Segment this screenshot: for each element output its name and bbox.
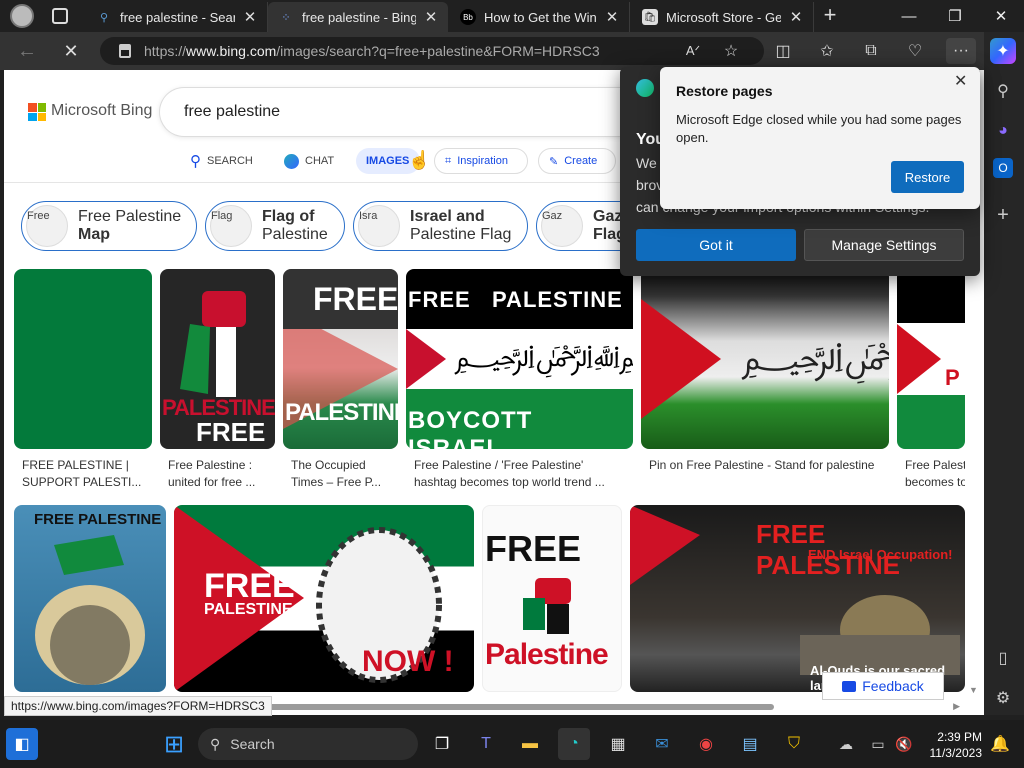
bing-images-icon: ⁘ bbox=[281, 11, 291, 24]
related-chip-flag-of-palestine[interactable]: Flag Flag of Palestine bbox=[205, 201, 345, 251]
close-icon[interactable]: ✕ bbox=[243, 8, 257, 26]
chip-thumbnail: Free bbox=[26, 205, 68, 247]
add-icon[interactable]: + bbox=[990, 202, 1016, 228]
tab-how-to-get-windows[interactable]: Bb How to Get the Windo ✕ bbox=[450, 2, 630, 32]
image-result-partial[interactable]: P bbox=[897, 269, 965, 449]
maximize-button[interactable]: ❐ bbox=[932, 0, 978, 32]
chip-thumbnail: Isra bbox=[358, 205, 400, 247]
notifications-bell-icon[interactable]: 🔔 bbox=[984, 728, 1016, 760]
back-icon[interactable]: ← bbox=[14, 38, 40, 64]
inspiration-icon: ⌗ bbox=[445, 154, 452, 167]
status-bar-url: https://www.bing.com/images?FORM=HDRSC3 bbox=[4, 696, 272, 716]
teams-icon[interactable]: T bbox=[470, 728, 502, 760]
got-it-button[interactable]: Got it bbox=[636, 229, 796, 261]
outlook-icon[interactable]: O bbox=[993, 158, 1013, 178]
restore-button[interactable]: Restore bbox=[891, 161, 964, 193]
store-icon: 🛍 bbox=[642, 9, 658, 25]
close-icon[interactable]: ✕ bbox=[954, 71, 967, 91]
chip-thumbnail: Flag bbox=[210, 205, 252, 247]
search-input[interactable]: free palestine bbox=[160, 88, 660, 136]
image-result-boycott-israel[interactable]: FREE PALESTINE BOYCOTT ISRAEL ﷽ bbox=[406, 269, 633, 449]
close-icon[interactable]: ✕ bbox=[424, 8, 438, 26]
tab-chat[interactable]: CHAT bbox=[274, 148, 346, 174]
settings-gear-icon[interactable]: ⚙ bbox=[990, 685, 1016, 711]
microsoft-logo bbox=[28, 103, 46, 121]
chrome-icon[interactable]: ◉ bbox=[690, 728, 722, 760]
address-bar[interactable]: https://www.bing.com/images/search?q=fre… bbox=[100, 37, 764, 65]
chat-icon bbox=[284, 153, 299, 169]
start-button[interactable]: ⊞ bbox=[158, 728, 190, 760]
notepad-icon[interactable]: ▤ bbox=[734, 728, 766, 760]
profile-avatar[interactable] bbox=[10, 4, 34, 28]
microsoft-store-icon[interactable]: ▦ bbox=[602, 728, 634, 760]
taskbar-search[interactable]: ⚲ Search bbox=[198, 728, 418, 760]
bing-logo-text: Microsoft Bing bbox=[51, 102, 153, 119]
onedrive-icon[interactable]: ☁ bbox=[830, 728, 862, 760]
image-result-al-quds[interactable]: FREE PALESTINE END Israel Occupation! Al… bbox=[630, 505, 965, 692]
search-icon: ⚲ bbox=[99, 11, 109, 24]
file-explorer-icon[interactable]: ▬ bbox=[514, 728, 546, 760]
image-result-pin-free-palestine[interactable]: ﷽ bbox=[641, 269, 889, 449]
clock[interactable]: 2:39 PM 11/3/2023 bbox=[920, 729, 983, 761]
task-view-icon[interactable]: ❐ bbox=[426, 728, 458, 760]
search-icon: ⚲ bbox=[210, 735, 221, 752]
image-caption[interactable]: The Occupied Times – Free P... bbox=[291, 457, 401, 491]
related-chip-israel-and-palestine-flag[interactable]: Isra Israel and Palestine Flag bbox=[353, 201, 528, 251]
more-options-icon[interactable]: ··· bbox=[946, 38, 976, 64]
image-result-green[interactable] bbox=[14, 269, 152, 449]
restore-pages-title: Restore pages bbox=[676, 83, 773, 99]
minimize-button[interactable]: — bbox=[886, 0, 932, 32]
copilot-side-icon[interactable]: ◕ bbox=[990, 118, 1016, 144]
edge-icon[interactable]: ◔ bbox=[558, 728, 590, 760]
image-caption[interactable]: Pin on Free Palestine - Stand for palest… bbox=[649, 457, 889, 474]
image-result-free-palestine-now[interactable]: FREE PALESTINE NOW ! bbox=[174, 505, 474, 692]
manage-settings-button[interactable]: Manage Settings bbox=[804, 229, 964, 261]
close-icon[interactable]: ✕ bbox=[605, 8, 619, 26]
search-icon[interactable]: ⚲ bbox=[990, 78, 1016, 104]
image-caption[interactable]: Free Palestine : united for free ... bbox=[168, 457, 278, 491]
split-screen-icon[interactable]: ◫ bbox=[770, 38, 796, 64]
nav-divider bbox=[4, 182, 620, 183]
lock-icon[interactable] bbox=[119, 44, 131, 58]
mail-icon[interactable]: ✉ bbox=[646, 728, 678, 760]
collections-icon[interactable]: ⧉ bbox=[858, 38, 884, 64]
feedback-icon bbox=[842, 680, 857, 692]
security-shield-icon[interactable]: ⛉ bbox=[778, 728, 810, 760]
tab-free-palestine-bing-images[interactable]: ⁘ free palestine - Bing im ✕ bbox=[268, 2, 448, 32]
feedback-button[interactable]: Feedback bbox=[822, 672, 944, 700]
new-tab-button[interactable]: + bbox=[818, 4, 842, 28]
edge-logo-icon bbox=[636, 79, 654, 97]
read-aloud-icon[interactable]: Aᐟ bbox=[680, 38, 706, 64]
image-caption[interactable]: FREE PALESTINE | SUPPORT PALESTI... bbox=[22, 457, 152, 491]
search-icon: ⚲ bbox=[190, 153, 201, 170]
image-caption[interactable]: Free Palestine / 'Free Palestine' hashtag… bbox=[414, 457, 634, 491]
restore-pages-dialog: Restore pages ✕ Microsoft Edge closed wh… bbox=[660, 67, 980, 209]
tab-inspiration[interactable]: ⌗ Inspiration bbox=[434, 148, 528, 174]
tab-free-palestine-search[interactable]: ⚲ free palestine - Search ✕ bbox=[86, 2, 268, 32]
favorites-icon[interactable]: ✩ bbox=[814, 38, 840, 64]
image-caption[interactable]: Free Palest becomes to bbox=[905, 457, 965, 491]
chip-thumbnail: Gaz bbox=[541, 205, 583, 247]
widgets-icon[interactable]: ◧ bbox=[6, 728, 38, 760]
volume-muted-icon[interactable]: 🔇 bbox=[888, 728, 920, 760]
performance-icon[interactable]: ♡ bbox=[902, 38, 928, 64]
create-icon: ✎ bbox=[549, 155, 559, 168]
image-result-fist-palestine-white[interactable]: FREE Palestine bbox=[482, 505, 622, 692]
close-window-button[interactable]: ✕ bbox=[978, 0, 1024, 32]
stop-loading-icon[interactable]: ✕ bbox=[58, 38, 84, 64]
related-chip-free-palestine-map[interactable]: Free Free Palestine Map bbox=[21, 201, 197, 251]
bb-icon: Bb bbox=[460, 9, 476, 25]
copilot-icon[interactable]: ✦ bbox=[990, 38, 1016, 64]
tab-search[interactable]: ⚲ SEARCH bbox=[180, 148, 260, 174]
image-result-free-palestine-poster[interactable]: FREE PALESTINE bbox=[14, 505, 166, 692]
favorite-star-icon[interactable]: ☆ bbox=[718, 38, 744, 64]
hide-sidebar-icon[interactable]: ▯ bbox=[990, 645, 1016, 671]
tab-create[interactable]: ✎ Create bbox=[538, 148, 616, 174]
tab-actions-icon[interactable] bbox=[52, 8, 68, 24]
mouse-cursor-icon: ☝ bbox=[408, 150, 431, 170]
image-result-fist-palestine[interactable]: PALESTINE FREE bbox=[160, 269, 275, 449]
tab-microsoft-store[interactable]: 🛍 Microsoft Store - Gene ✕ bbox=[632, 2, 814, 32]
close-icon[interactable]: ✕ bbox=[789, 8, 803, 26]
image-result-occupied-times[interactable]: FREE PALESTINE bbox=[283, 269, 398, 449]
